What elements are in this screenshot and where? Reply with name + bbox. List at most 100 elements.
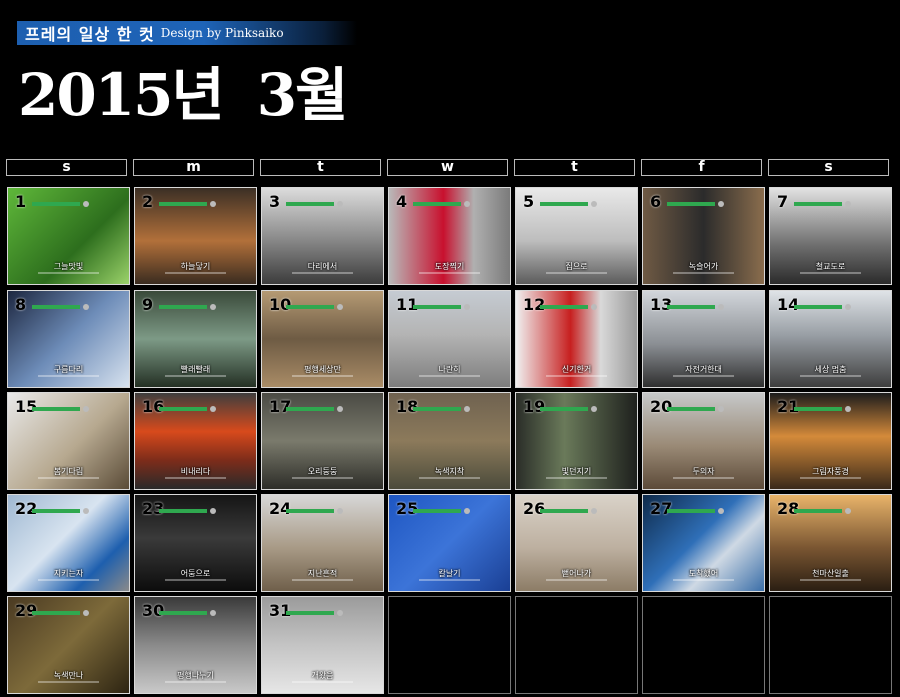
day-cell[interactable]: 28 천마산일출 bbox=[769, 494, 892, 592]
day-cell[interactable]: 26 뻗어나가 bbox=[515, 494, 638, 592]
caption-subline bbox=[165, 477, 226, 479]
photo-caption: 칼날기 bbox=[438, 569, 461, 578]
day-cell[interactable]: 14 세상 멈춤 bbox=[769, 290, 892, 388]
caption-subline bbox=[546, 375, 607, 377]
series-title: 프레의 일상 한 컷 bbox=[25, 25, 155, 44]
caption-subline bbox=[292, 272, 353, 274]
photo-caption: 평행나누기 bbox=[177, 671, 214, 680]
photo-tag bbox=[667, 407, 715, 411]
weekday-label: f bbox=[641, 159, 762, 176]
day-cell[interactable]: 20 두의자 bbox=[642, 392, 765, 490]
credit-text: Design by Pinksaiko bbox=[160, 26, 284, 40]
day-cell[interactable]: 7 철교도로 bbox=[769, 187, 892, 285]
day-cell[interactable]: 23 어둠으로 bbox=[134, 494, 257, 592]
day-cell[interactable]: 4 도장찍기 bbox=[388, 187, 511, 285]
photo-tag bbox=[540, 509, 588, 513]
tag-dot-icon bbox=[591, 201, 597, 207]
photo-tag bbox=[32, 202, 80, 206]
photo-caption: 어둠으로 bbox=[180, 569, 211, 578]
photo-tag bbox=[159, 305, 207, 309]
day-cell[interactable]: 18 녹색지착 bbox=[388, 392, 511, 490]
caption-subline bbox=[673, 579, 734, 581]
day-cell[interactable]: 2 하늘닿기 bbox=[134, 187, 257, 285]
day-number: 7 bbox=[777, 192, 789, 211]
photo-tag bbox=[413, 305, 461, 309]
caption-subline bbox=[800, 272, 861, 274]
day-cell[interactable]: 27 도착했어 bbox=[642, 494, 765, 592]
photo-caption: 다리에서 bbox=[307, 262, 338, 271]
day-cell[interactable]: 6 녹슬어가 bbox=[642, 187, 765, 285]
caption-subline bbox=[800, 477, 861, 479]
day-number: 6 bbox=[650, 192, 662, 211]
photo-tag bbox=[32, 611, 80, 615]
caption-subline bbox=[419, 272, 480, 274]
tag-dot-icon bbox=[718, 304, 724, 310]
tag-dot-icon bbox=[845, 201, 851, 207]
day-cell[interactable]: 3 다리에서 bbox=[261, 187, 384, 285]
day-cell[interactable]: 31 개왔음 bbox=[261, 596, 384, 694]
tag-dot-icon bbox=[845, 304, 851, 310]
tag-dot-icon bbox=[591, 406, 597, 412]
day-cell[interactable]: 12 신기한거 bbox=[515, 290, 638, 388]
day-cell[interactable]: 9 빨래빨래 bbox=[134, 290, 257, 388]
photo-caption: 개왔음 bbox=[311, 671, 334, 680]
tag-dot-icon bbox=[845, 508, 851, 514]
day-cell[interactable]: 17 오리둥둥 bbox=[261, 392, 384, 490]
photo-tag bbox=[159, 202, 207, 206]
day-cell[interactable]: 1 그늘맛빛 bbox=[7, 187, 130, 285]
photo-caption: 두의자 bbox=[692, 467, 715, 476]
caption-subline bbox=[673, 477, 734, 479]
photo-caption: 세상 멈춤 bbox=[814, 365, 847, 374]
day-cell[interactable]: 10 평행세상만 bbox=[261, 290, 384, 388]
photo-caption: 뻗어나가 bbox=[561, 569, 592, 578]
caption-subline bbox=[38, 477, 99, 479]
day-cell[interactable]: 15 봄기다림 bbox=[7, 392, 130, 490]
empty-day-cell bbox=[642, 596, 765, 694]
tag-dot-icon bbox=[337, 406, 343, 412]
caption-subline bbox=[292, 477, 353, 479]
caption-subline bbox=[546, 579, 607, 581]
day-number: 4 bbox=[396, 192, 408, 211]
photo-tag bbox=[286, 305, 334, 309]
photo-tag bbox=[540, 202, 588, 206]
photo-caption: 녹색지착 bbox=[434, 467, 465, 476]
photo-tag bbox=[286, 509, 334, 513]
photo-caption: 지난흔적 bbox=[307, 569, 338, 578]
photo-tag bbox=[159, 509, 207, 513]
photo-caption: 집으로 bbox=[565, 262, 588, 271]
day-cell[interactable]: 24 지난흔적 bbox=[261, 494, 384, 592]
photo-caption: 도착했어 bbox=[688, 569, 719, 578]
tag-dot-icon bbox=[718, 508, 724, 514]
photo-tag bbox=[540, 305, 588, 309]
tag-dot-icon bbox=[337, 508, 343, 514]
photo-tag bbox=[32, 407, 80, 411]
day-cell[interactable]: 11 나란히 bbox=[388, 290, 511, 388]
empty-day-cell bbox=[388, 596, 511, 694]
photo-caption: 빛던지기 bbox=[561, 467, 592, 476]
page-title: 2015년 3월 bbox=[18, 62, 349, 128]
tag-dot-icon bbox=[337, 201, 343, 207]
empty-day-cell bbox=[515, 596, 638, 694]
day-cell[interactable]: 8 구름다리 bbox=[7, 290, 130, 388]
photo-caption: 도장찍기 bbox=[434, 262, 465, 271]
photo-caption: 구름다리 bbox=[53, 365, 84, 374]
day-number: 8 bbox=[15, 295, 27, 314]
day-cell[interactable]: 29 녹색만나 bbox=[7, 596, 130, 694]
day-cell[interactable]: 5 집으로 bbox=[515, 187, 638, 285]
caption-subline bbox=[419, 477, 480, 479]
day-cell[interactable]: 16 비내리다 bbox=[134, 392, 257, 490]
tag-dot-icon bbox=[210, 610, 216, 616]
day-cell[interactable]: 25 칼날기 bbox=[388, 494, 511, 592]
photo-caption: 지키는자 bbox=[53, 569, 84, 578]
day-cell[interactable]: 21 그림자풍경 bbox=[769, 392, 892, 490]
caption-subline bbox=[292, 375, 353, 377]
day-cell[interactable]: 30 평행나누기 bbox=[134, 596, 257, 694]
photo-tag bbox=[794, 305, 842, 309]
tag-dot-icon bbox=[591, 304, 597, 310]
day-cell[interactable]: 13 자전거한대 bbox=[642, 290, 765, 388]
caption-subline bbox=[165, 375, 226, 377]
photo-tag bbox=[667, 509, 715, 513]
caption-subline bbox=[165, 681, 226, 683]
day-cell[interactable]: 19 빛던지기 bbox=[515, 392, 638, 490]
day-cell[interactable]: 22 지키는자 bbox=[7, 494, 130, 592]
